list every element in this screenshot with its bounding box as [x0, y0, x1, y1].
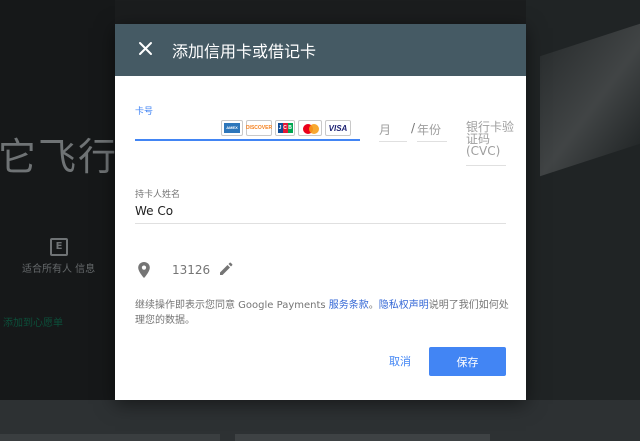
pencil-icon[interactable]: [218, 261, 234, 277]
cvc-underline: [466, 165, 506, 166]
discover-logo-icon: DISCOVER: [246, 120, 272, 136]
jcb-logo-icon: JCB: [275, 120, 295, 136]
privacy-notice-link[interactable]: 隐私权声明: [379, 300, 429, 311]
billing-zip: 13126: [172, 263, 211, 277]
expiry-month-field[interactable]: 月: [379, 121, 391, 138]
expiry-year-underline: [417, 141, 447, 142]
expiry-separator: /: [411, 121, 416, 135]
background-left-panel: [0, 0, 115, 400]
background-wishlist-link: 添加到心愿单: [3, 318, 63, 329]
card-number-underline: [135, 139, 360, 141]
location-pin-icon: [138, 262, 150, 278]
terms-of-service-link[interactable]: 服务条款: [329, 300, 369, 311]
add-card-dialog: 添加信用卡或借记卡 卡号 AMEX DISCOVER JCB VISA 月 / …: [115, 24, 526, 400]
close-button[interactable]: [135, 38, 157, 60]
background-card: [235, 434, 490, 441]
dialog-title: 添加信用卡或借记卡: [172, 42, 317, 61]
rating-e-icon: E: [50, 238, 68, 256]
cardholder-label: 持卡人姓名: [135, 190, 181, 200]
mastercard-logo-icon: [298, 120, 322, 136]
expiry-month-underline: [379, 141, 407, 142]
cardholder-name-input[interactable]: [135, 202, 505, 220]
card-brand-logos: AMEX DISCOVER JCB VISA: [221, 120, 351, 138]
background-card: [0, 434, 220, 441]
cardholder-underline: [135, 223, 506, 224]
dialog-header: 添加信用卡或借记卡: [115, 24, 526, 76]
background-rating-text: 适合所有人 信息: [22, 264, 96, 275]
expiry-year-field[interactable]: 年份: [417, 121, 441, 138]
amex-logo-icon: AMEX: [221, 120, 243, 136]
card-number-label: 卡号: [135, 107, 154, 117]
visa-logo-icon: VISA: [325, 120, 351, 136]
close-icon: [139, 42, 152, 55]
save-button[interactable]: 保存: [429, 347, 506, 376]
cancel-button[interactable]: 取消: [377, 347, 423, 375]
cvc-field[interactable]: 银行卡验证码(CVC): [466, 121, 516, 157]
terms-text: 继续操作即表示您同意 Google Payments 服务条款。隐私权声明说明了…: [135, 300, 509, 326]
